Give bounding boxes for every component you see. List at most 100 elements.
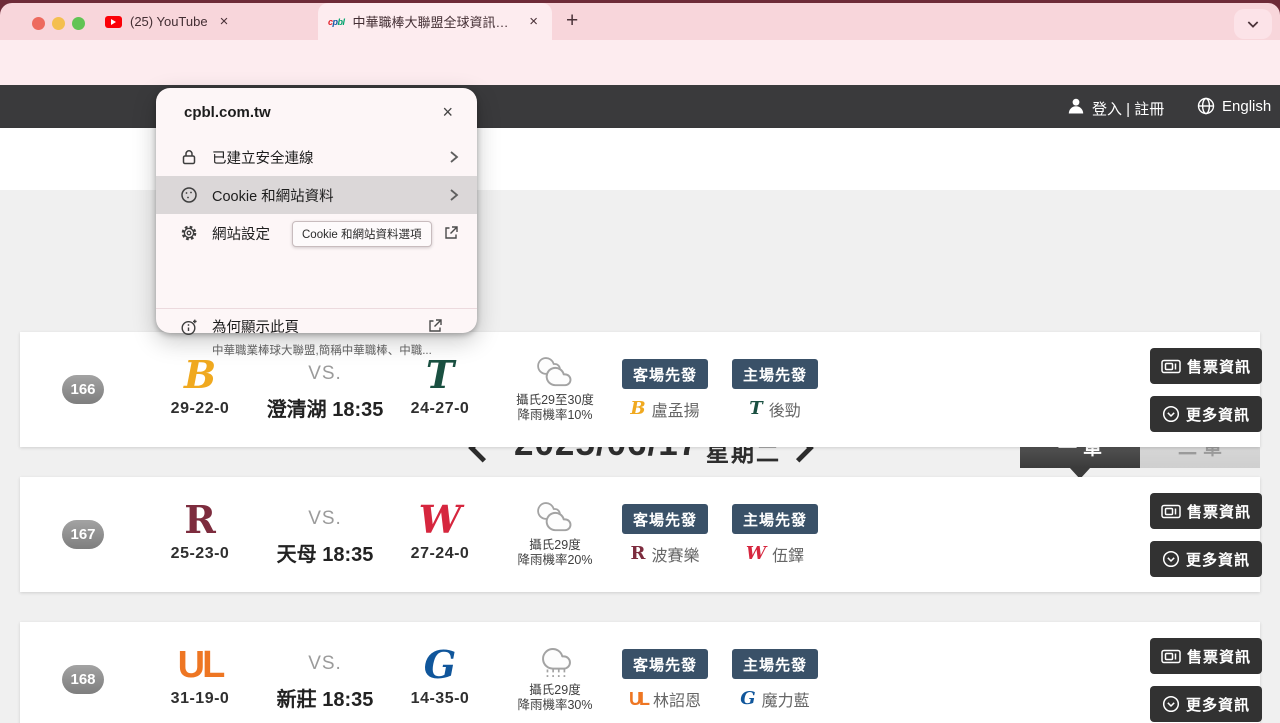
away-starter-name: 波賽樂	[651, 542, 699, 566]
away-team-logo: B	[145, 352, 255, 398]
new-tab-button[interactable]: +	[566, 9, 578, 33]
weather-info: 攝氏29至30度 降雨機率10%	[507, 356, 603, 423]
home-team: W 27-24-0	[385, 497, 495, 563]
popup-row-secure-connection[interactable]: 已建立安全連線	[156, 138, 477, 176]
venue-time: 新莊 18:35	[255, 683, 395, 712]
rain-cloud-icon	[532, 646, 578, 678]
home-team: G 14-35-0	[385, 642, 495, 708]
popup-close-icon[interactable]: ×	[436, 100, 459, 125]
ticket-info-button[interactable]: 售票資訊	[1150, 638, 1262, 674]
weather-temp: 攝氏29度	[507, 538, 603, 553]
tab-close-icon[interactable]: ×	[525, 12, 542, 31]
away-starter-badge: 客場先發	[622, 504, 708, 534]
away-team: UL 31-19-0	[145, 642, 255, 708]
popup-divider	[156, 308, 477, 309]
clouds-icon	[532, 356, 578, 388]
chevron-circle-down-icon	[1162, 550, 1180, 568]
home-starter-name-row: G 魔力藍	[732, 687, 818, 711]
ticket-info-label: 售票資訊	[1187, 356, 1251, 377]
ticket-info-button[interactable]: 售票資訊	[1150, 493, 1262, 529]
away-starter-name-row: UL 林詔恩	[622, 687, 708, 711]
home-team-record: 14-35-0	[385, 690, 495, 708]
tab-youtube[interactable]: (25) YouTube ×	[95, 3, 313, 40]
game-card: 167 R 25-23-0 VS. 天母 18:35 W 27-24-0	[20, 477, 1260, 592]
game-number-badge: 166	[62, 375, 104, 404]
away-team-record: 31-19-0	[145, 690, 255, 708]
more-info-button[interactable]: 更多資訊	[1150, 541, 1262, 577]
chevron-right-icon	[449, 188, 459, 202]
away-team-logo: UL	[145, 642, 255, 688]
home-starter: 主場先發 T 後勁	[732, 359, 818, 421]
chevron-circle-down-icon	[1162, 405, 1180, 423]
away-starter-team-icon: R	[631, 544, 646, 564]
screen: (25) YouTube × cpbl 中華職棒大聯盟全球資訊網 The × +…	[0, 0, 1280, 723]
language-link[interactable]: English	[1222, 98, 1271, 115]
away-starter-name-row: B 盧孟揚	[622, 397, 708, 421]
weather-rain-chance: 降雨機率30%	[507, 698, 603, 713]
home-team-record: 24-27-0	[385, 400, 495, 418]
login-register-link[interactable]: 登入 | 註冊	[1092, 98, 1164, 119]
game-card: 168 UL 31-19-0 VS. 新莊 18:35 G 14-35-0	[20, 622, 1260, 723]
weather-info: 攝氏29度 降雨機率30%	[507, 646, 603, 713]
home-starter-name-row: W 伍鐸	[732, 542, 818, 566]
ticket-icon	[1161, 649, 1181, 664]
traffic-zoom-button[interactable]	[72, 17, 85, 30]
popup-title: cpbl.com.tw	[184, 104, 271, 121]
popup-row-cookies[interactable]: Cookie 和網站資料	[156, 176, 477, 214]
away-team: R 25-23-0	[145, 497, 255, 563]
chevron-right-icon	[449, 150, 459, 164]
traffic-minimize-button[interactable]	[52, 17, 65, 30]
ticket-info-label: 售票資訊	[1187, 646, 1251, 667]
ticket-icon	[1161, 359, 1181, 374]
away-starter-badge: 客場先發	[622, 359, 708, 389]
weather-rain-chance: 降雨機率20%	[507, 553, 603, 568]
home-starter-name: 伍鐸	[772, 542, 804, 566]
tab-search-button[interactable]	[1234, 9, 1272, 39]
away-starter-team-icon: B	[630, 399, 645, 419]
popup-row-label: Cookie 和網站資料	[212, 185, 334, 206]
gear-icon	[180, 224, 198, 242]
tab-cpbl-active[interactable]: cpbl 中華職棒大聯盟全球資訊網 The ×	[318, 3, 552, 40]
venue-time: 天母 18:35	[255, 538, 395, 567]
vs-label: VS.	[255, 508, 395, 530]
chevron-down-icon	[1245, 16, 1261, 32]
home-starter: 主場先發 W 伍鐸	[732, 504, 818, 566]
tab-strip: (25) YouTube × cpbl 中華職棒大聯盟全球資訊網 The × +	[0, 3, 1280, 40]
away-team: B 29-22-0	[145, 352, 255, 418]
home-starter-team-icon: G	[740, 689, 755, 709]
away-starter-name: 林詔恩	[653, 687, 701, 711]
away-starter-team-icon: UL	[629, 689, 647, 709]
popup-row-about-page[interactable]: 為何顯示此頁 中華職業棒球大聯盟,簡稱中華職棒、中職...	[180, 316, 461, 358]
more-info-button[interactable]: 更多資訊	[1150, 686, 1262, 722]
away-team-logo: R	[145, 497, 255, 543]
venue-time: 澄清湖 18:35	[255, 393, 395, 422]
matchup: VS. 澄清湖 18:35	[255, 363, 395, 422]
more-info-label: 更多資訊	[1186, 404, 1250, 425]
home-team-logo: G	[385, 642, 495, 688]
globe-icon	[1196, 96, 1216, 116]
external-link-icon	[443, 225, 459, 241]
cpbl-favicon: cpbl	[328, 17, 345, 27]
weather-info: 攝氏29度 降雨機率20%	[507, 501, 603, 568]
chevron-circle-down-icon	[1162, 695, 1180, 713]
tab-title: 中華職棒大聯盟全球資訊網 The	[353, 12, 518, 31]
home-team-logo: W	[385, 497, 495, 543]
popup-row-label: 為何顯示此頁	[212, 316, 299, 337]
away-team-record: 25-23-0	[145, 545, 255, 563]
home-starter-name-row: T 後勁	[732, 397, 818, 421]
lock-icon	[180, 148, 198, 166]
home-starter: 主場先發 G 魔力藍	[732, 649, 818, 711]
away-starter-badge: 客場先發	[622, 649, 708, 679]
ticket-info-button[interactable]: 售票資訊	[1150, 348, 1262, 384]
home-starter-name: 後勁	[769, 397, 801, 421]
popup-row-label: 網站設定	[212, 223, 270, 244]
more-info-label: 更多資訊	[1186, 549, 1250, 570]
tab-title: (25) YouTube	[130, 14, 208, 29]
home-starter-badge: 主場先發	[732, 649, 818, 679]
traffic-close-button[interactable]	[32, 17, 45, 30]
tab-close-icon[interactable]: ×	[216, 12, 233, 31]
more-info-button[interactable]: 更多資訊	[1150, 396, 1262, 432]
weather-rain-chance: 降雨機率10%	[507, 408, 603, 423]
browser-toolbar: cpbl.com.tw M	[0, 40, 1280, 85]
home-starter-team-icon: W	[746, 544, 766, 564]
